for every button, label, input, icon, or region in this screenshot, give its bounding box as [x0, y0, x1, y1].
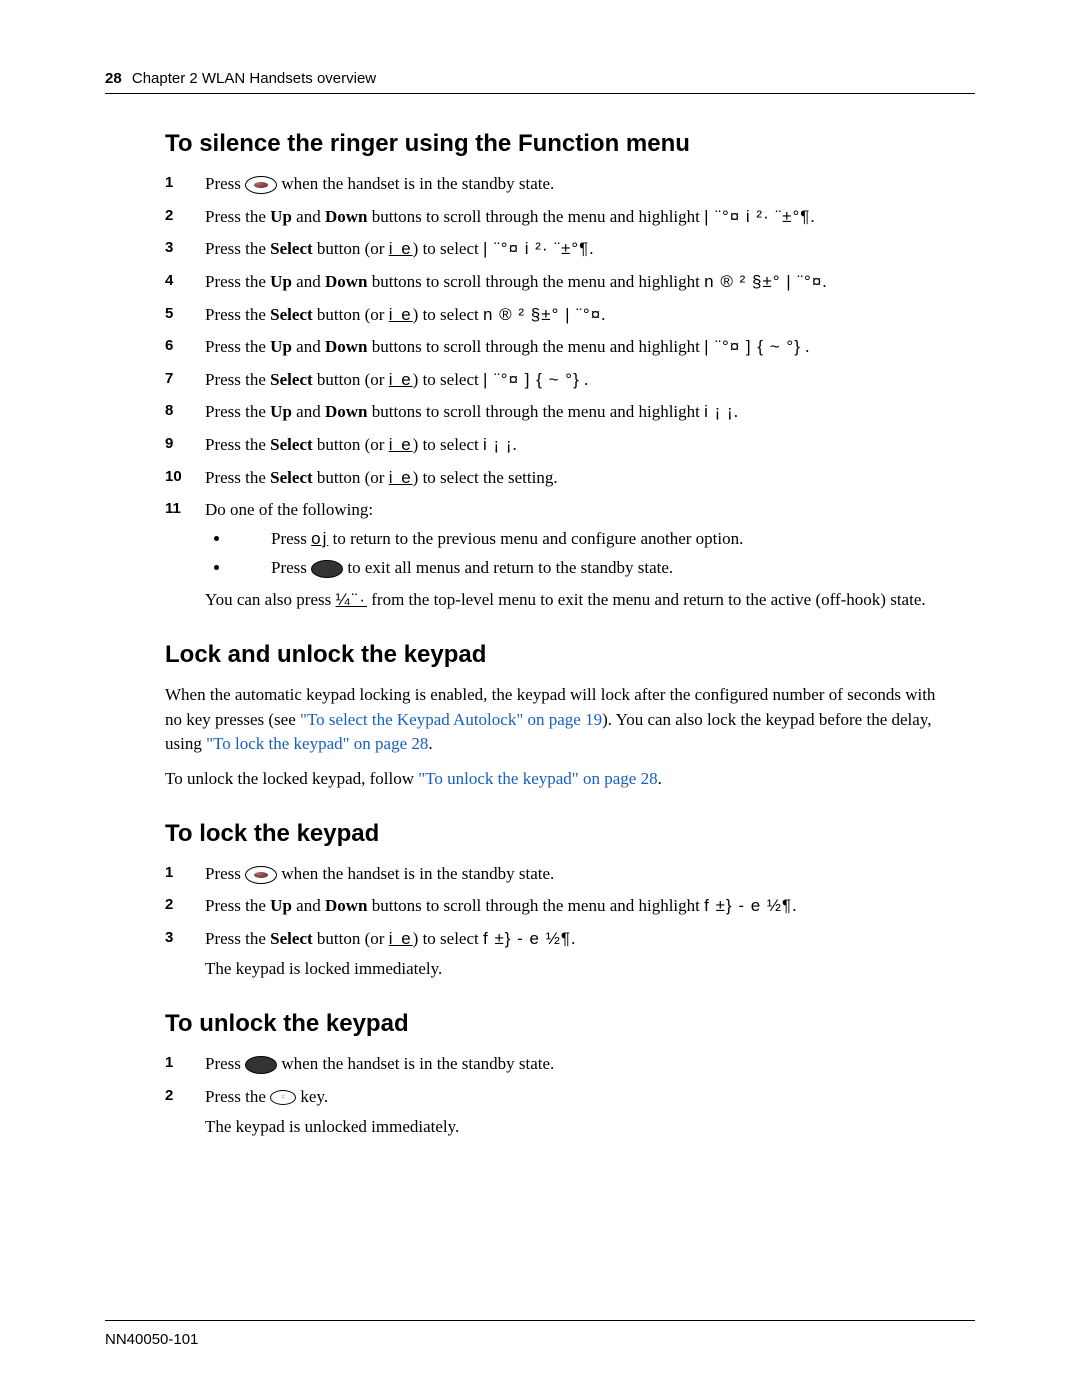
lockunlock-para2: To unlock the locked keypad, follow "To … — [165, 767, 950, 792]
doc-id: NN40050-101 — [105, 1331, 198, 1348]
page-footer: NN40050-101 — [105, 1320, 975, 1348]
steps-lock-keypad: 1 Press when the handset is in the stand… — [165, 862, 975, 983]
lockunlock-para1: When the automatic keypad locking is ena… — [165, 683, 950, 757]
link-autolock[interactable]: "To select the Keypad Autolock" on page … — [300, 710, 602, 729]
heading-lock-unlock: Lock and unlock the keypad — [165, 641, 975, 669]
power-button-icon — [245, 1056, 277, 1074]
steps-unlock-keypad: 1 Press when the handset is in the stand… — [165, 1052, 975, 1140]
lock-result: The keypad is locked immediately. — [205, 957, 975, 982]
fcn-button-icon — [245, 176, 277, 194]
steps-silence-ringer: 1 Press when the handset is in the stand… — [165, 172, 975, 613]
hash-key-icon: # — [270, 1090, 296, 1105]
fcn-button-icon — [245, 866, 277, 884]
page-header: 28 Chapter 2 WLAN Handsets overview — [105, 70, 975, 94]
heading-unlock-keypad: To unlock the keypad — [165, 1010, 975, 1038]
document-page: 28 Chapter 2 WLAN Handsets overview To s… — [0, 0, 1080, 1397]
step11-bullets: Press oj to return to the previous menu … — [231, 527, 975, 580]
link-lock-keypad[interactable]: "To lock the keypad" on page 28 — [206, 734, 428, 753]
unlock-result: The keypad is unlocked immediately. — [205, 1115, 975, 1140]
chapter-title: Chapter 2 WLAN Handsets overview — [132, 70, 376, 87]
power-button-icon — [311, 560, 343, 578]
heading-lock-keypad: To lock the keypad — [165, 820, 975, 848]
heading-silence-ringer: To silence the ringer using the Function… — [165, 130, 975, 158]
step11-note: You can also press ¼¨· from the top-leve… — [205, 588, 975, 613]
page-number: 28 — [105, 70, 122, 87]
link-unlock-keypad[interactable]: "To unlock the keypad" on page 28 — [418, 769, 657, 788]
